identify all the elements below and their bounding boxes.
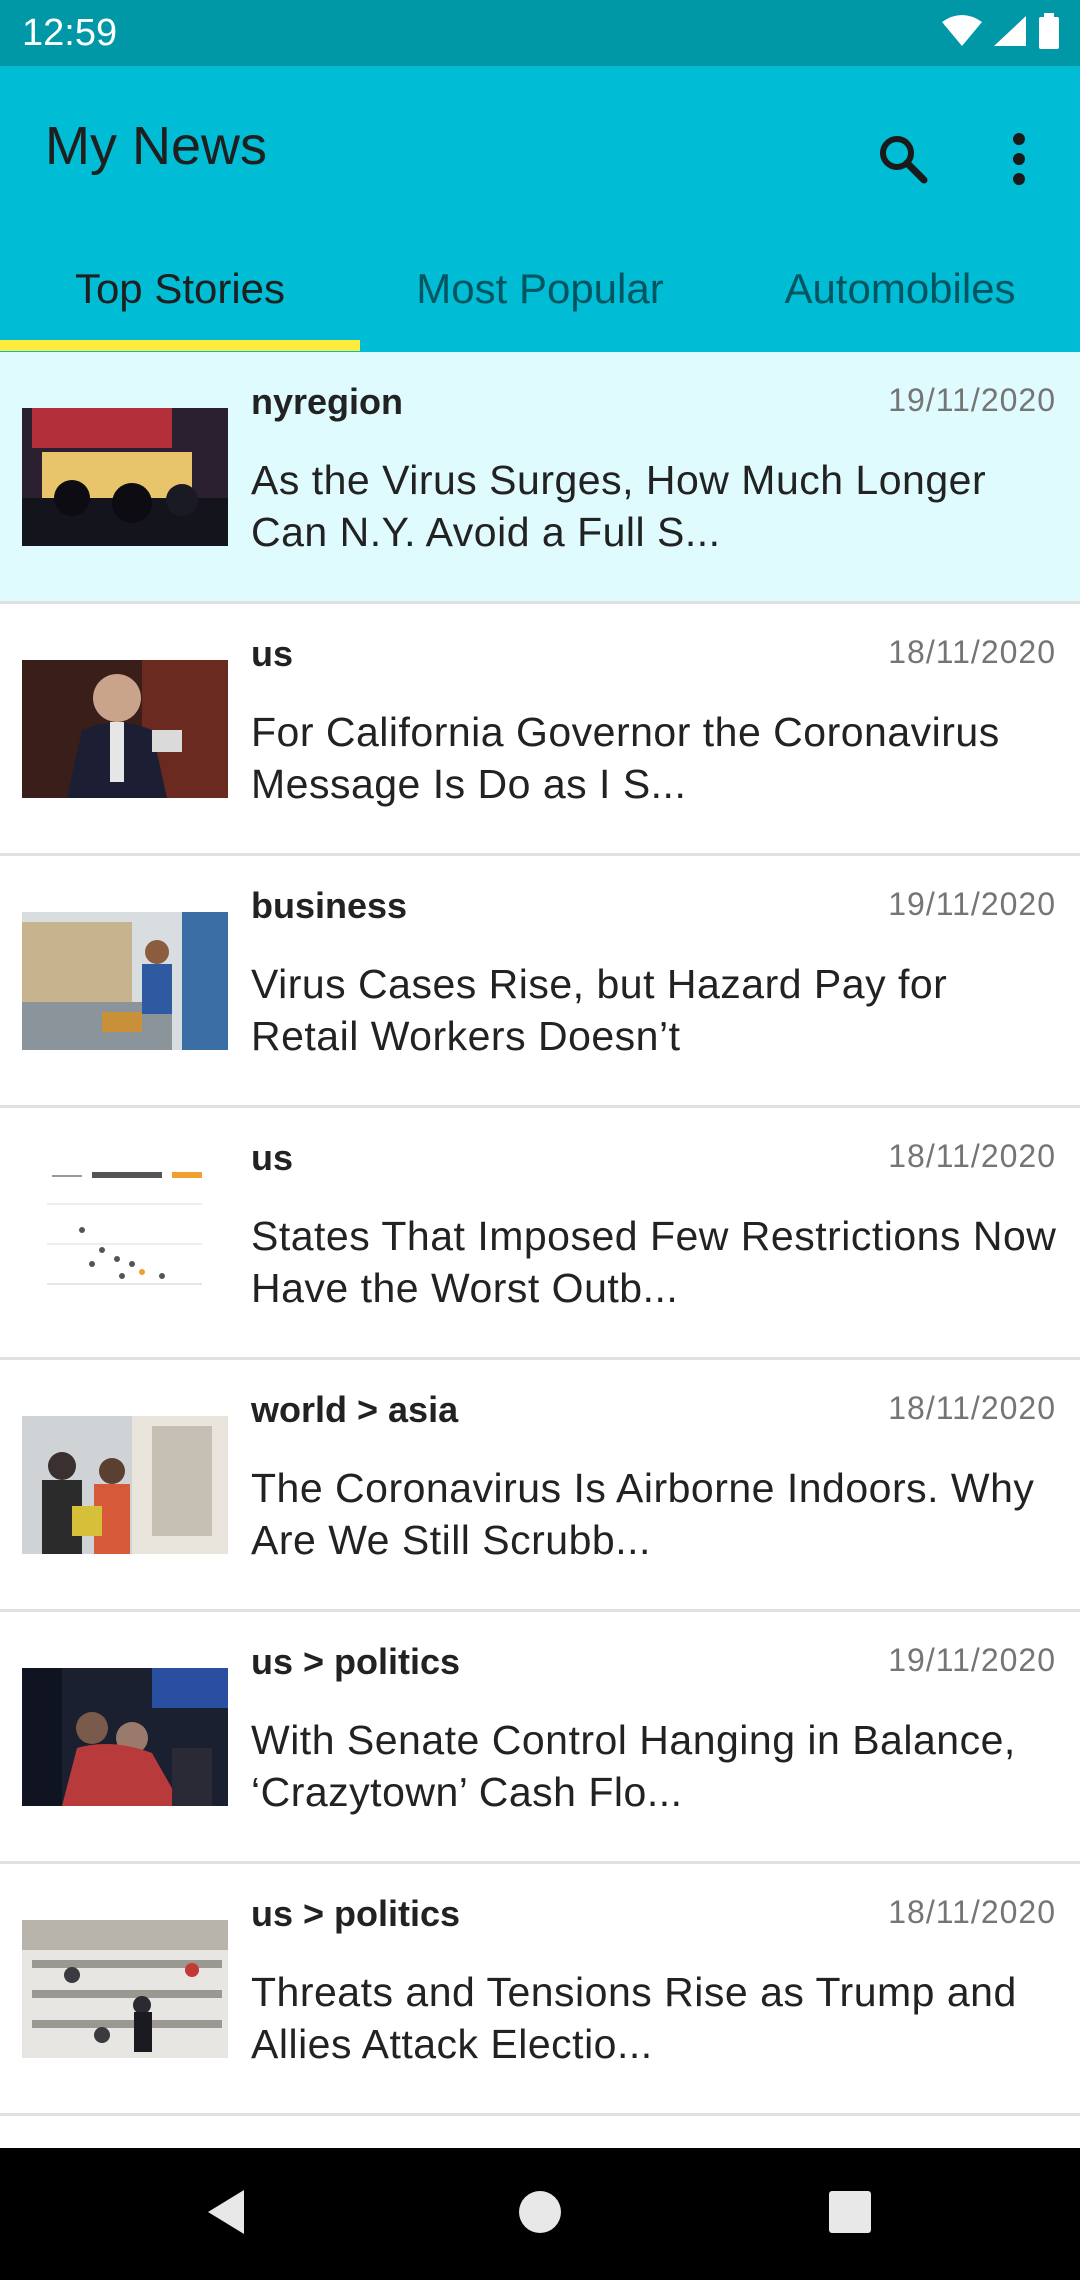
recents-button[interactable] <box>810 2174 890 2254</box>
tab-indicator <box>0 340 360 351</box>
navigation-bar <box>0 2148 1080 2280</box>
search-icon <box>876 132 930 191</box>
article-date: 19/11/2020 <box>888 1642 1056 1678</box>
wifi-icon <box>942 14 982 53</box>
article-thumbnail <box>22 1416 228 1554</box>
home-button[interactable] <box>500 2174 580 2254</box>
article-section: us > politics <box>251 1641 461 1682</box>
article-thumbnail <box>22 1164 228 1302</box>
article-date: 18/11/2020 <box>888 1138 1056 1174</box>
system-icons <box>942 12 1060 54</box>
article-date: 18/11/2020 <box>888 634 1056 670</box>
article-thumbnail <box>22 660 228 798</box>
article-date: 18/11/2020 <box>888 1894 1056 1930</box>
article-list[interactable]: nyregion 19/11/2020 As the Virus Surges,… <box>0 352 1080 2116</box>
article-thumbnail <box>22 1668 228 1806</box>
tab-automobiles[interactable]: Automobiles <box>720 252 1080 352</box>
signal-icon <box>992 14 1028 53</box>
article-item[interactable]: us 18/11/2020 For California Governor th… <box>0 604 1080 856</box>
status-bar: 12:59 <box>0 0 1080 66</box>
battery-icon <box>1038 12 1060 54</box>
article-item[interactable]: world > asia 18/11/2020 The Coronavirus … <box>0 1360 1080 1612</box>
article-item[interactable]: us > politics 19/11/2020 With Senate Con… <box>0 1612 1080 1864</box>
article-date: 19/11/2020 <box>888 886 1056 922</box>
article-item[interactable]: us 18/11/2020 States That Imposed Few Re… <box>0 1108 1080 1360</box>
back-button[interactable] <box>186 2174 266 2254</box>
article-headline: As the Virus Surges, How Much Longer Can… <box>251 457 987 555</box>
article-thumbnail <box>22 1920 228 2058</box>
home-icon <box>518 2190 562 2239</box>
article-item[interactable]: nyregion 19/11/2020 As the Virus Surges,… <box>0 352 1080 604</box>
article-date: 18/11/2020 <box>888 1390 1056 1426</box>
article-headline: With Senate Control Hanging in Balance, … <box>251 1717 1016 1815</box>
article-section: us <box>251 633 294 674</box>
article-section: us > politics <box>251 1893 461 1934</box>
article-item[interactable]: business 19/11/2020 Virus Cases Rise, bu… <box>0 856 1080 1108</box>
article-headline: Virus Cases Rise, but Hazard Pay for Ret… <box>251 961 948 1059</box>
article-thumbnail <box>22 912 228 1050</box>
recents-icon <box>828 2190 872 2239</box>
article-section: business <box>251 885 408 926</box>
tab-bar: Top Stories Most Popular Automobiles <box>0 252 1080 352</box>
tab-most-popular[interactable]: Most Popular <box>360 252 720 352</box>
search-button[interactable] <box>858 116 948 206</box>
article-date: 19/11/2020 <box>888 382 1056 418</box>
article-headline: For California Governor the Coronavirus … <box>251 709 1000 807</box>
tab-top-stories[interactable]: Top Stories <box>0 252 360 352</box>
more-vert-icon <box>1009 132 1029 190</box>
article-section: nyregion <box>251 381 404 422</box>
status-time: 12:59 <box>22 12 118 54</box>
app-bar: My News Top Stories Most Popular Automob… <box>0 66 1080 352</box>
article-headline: Threats and Tensions Rise as Trump and A… <box>251 1969 1017 2067</box>
article-section: us <box>251 1137 294 1178</box>
article-headline: States That Imposed Few Restrictions Now… <box>251 1213 1057 1311</box>
more-options-button[interactable] <box>974 116 1064 206</box>
article-thumbnail <box>22 408 228 546</box>
article-headline: The Coronavirus Is Airborne Indoors. Why… <box>251 1465 1035 1563</box>
article-section: world > asia <box>251 1389 459 1430</box>
back-icon <box>204 2188 248 2241</box>
app-title: My News <box>45 116 268 176</box>
article-item[interactable]: us > politics 18/11/2020 Threats and Ten… <box>0 1864 1080 2116</box>
screen: 12:59 My News Top Stories Most Popular A… <box>0 0 1080 2280</box>
